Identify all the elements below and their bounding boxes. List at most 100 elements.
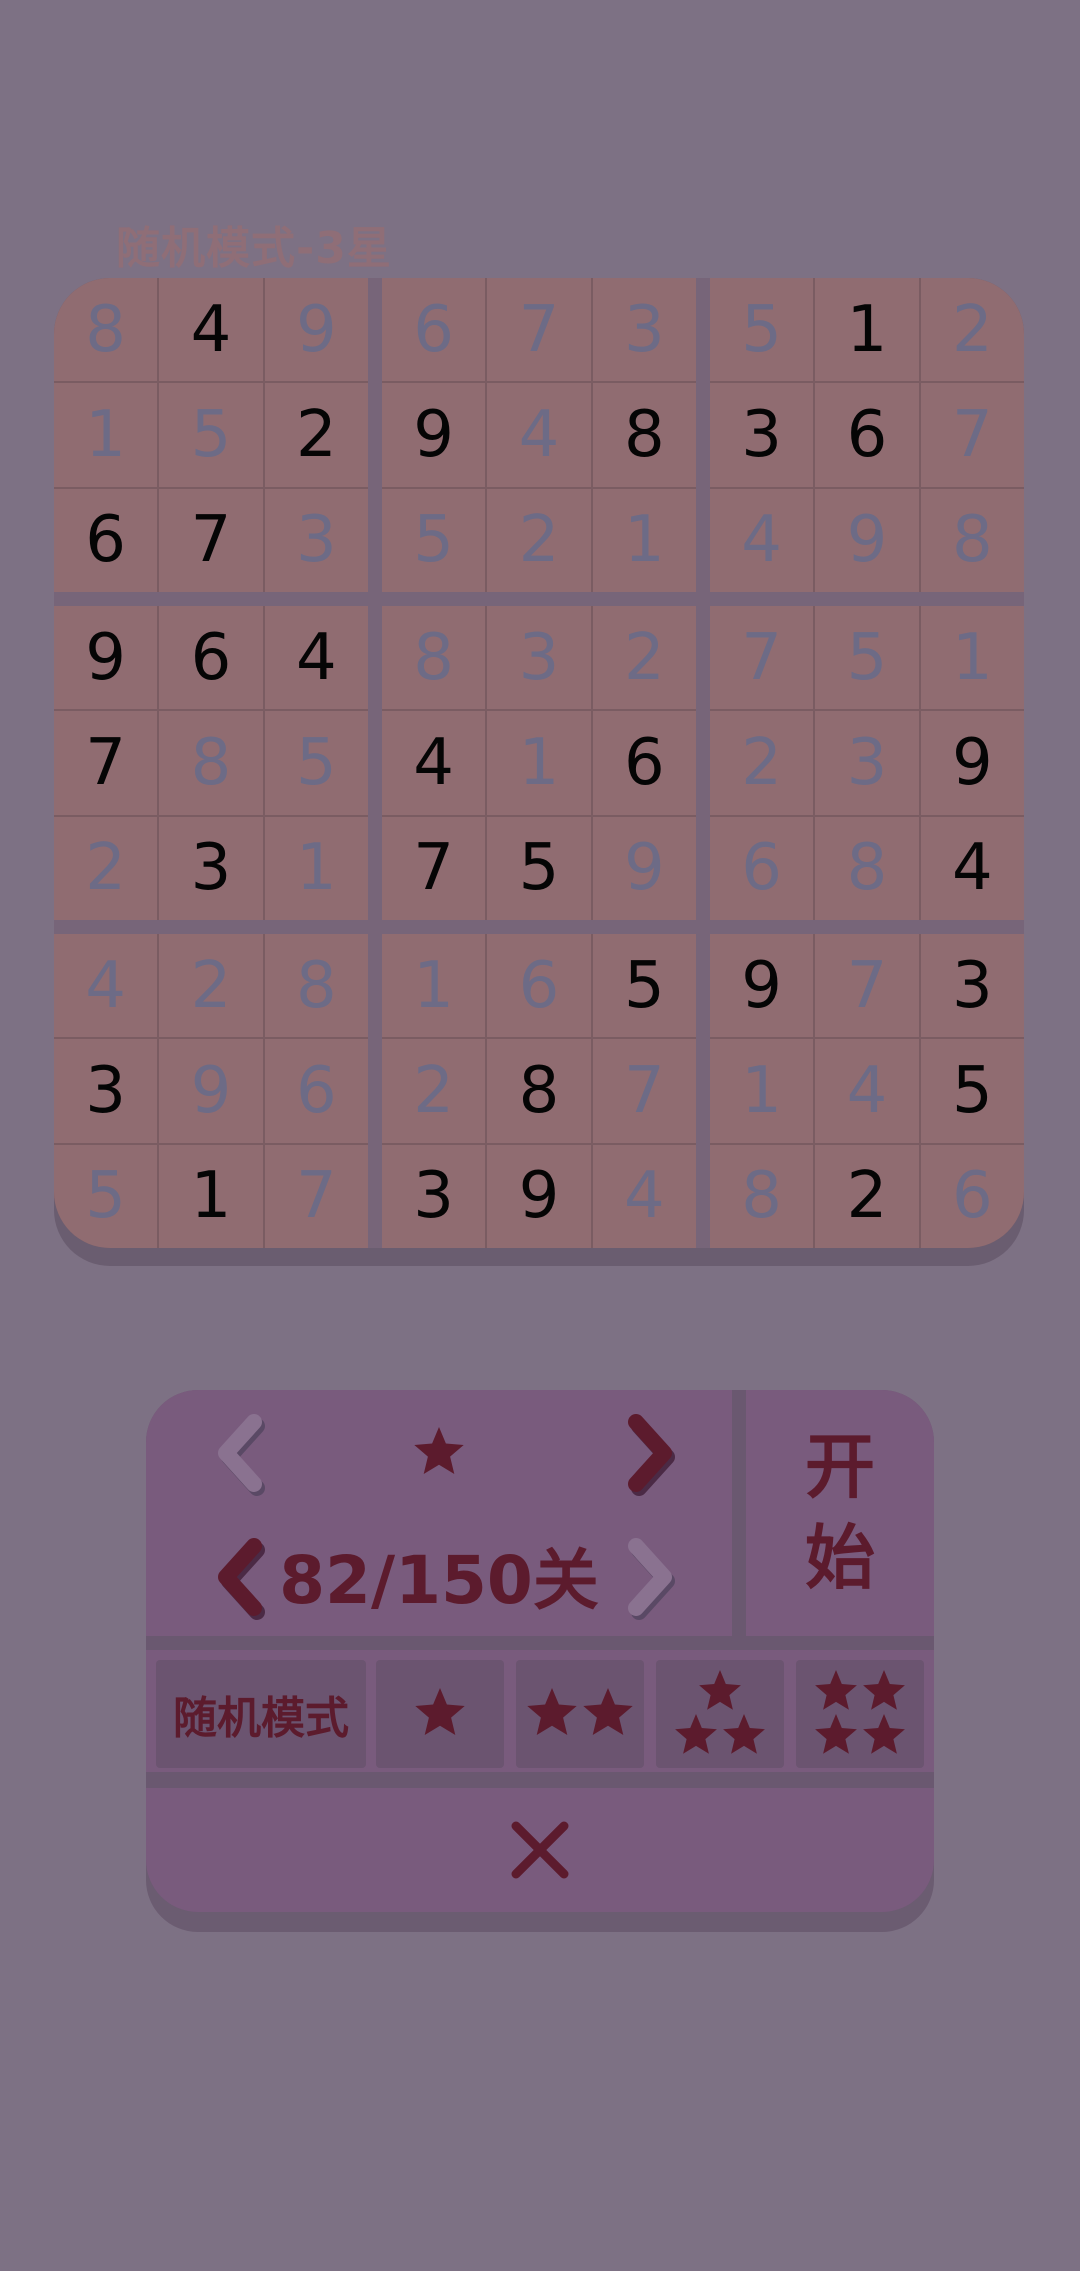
sudoku-cell[interactable]: 9 — [159, 1039, 263, 1143]
sudoku-cell[interactable]: 9 — [264, 278, 368, 382]
sudoku-cell[interactable]: 4 — [920, 816, 1024, 920]
sudoku-box: 964 785 231 — [54, 606, 368, 920]
sudoku-cell[interactable]: 9 — [382, 383, 486, 487]
sudoku-cell[interactable]: 3 — [382, 1144, 486, 1248]
sudoku-cell[interactable]: 2 — [592, 606, 696, 710]
next-difficulty-button[interactable] — [614, 1408, 684, 1498]
sudoku-cell[interactable]: 1 — [382, 934, 486, 1038]
sudoku-cell[interactable]: 2 — [710, 711, 814, 815]
sudoku-cell[interactable]: 7 — [54, 711, 158, 815]
random-mode-button[interactable]: 随机模式 — [156, 1660, 366, 1768]
sudoku-cell[interactable]: 3 — [487, 606, 591, 710]
sudoku-cell[interactable]: 1 — [815, 278, 919, 382]
sudoku-cell[interactable]: 8 — [487, 1039, 591, 1143]
sudoku-cell[interactable]: 3 — [920, 934, 1024, 1038]
sudoku-cell[interactable]: 8 — [592, 383, 696, 487]
sudoku-cell[interactable]: 2 — [54, 816, 158, 920]
level-label: 82/150关 — [279, 1542, 599, 1619]
sudoku-cell[interactable]: 5 — [920, 1039, 1024, 1143]
sudoku-cell[interactable]: 7 — [487, 278, 591, 382]
sudoku-cell[interactable]: 2 — [382, 1039, 486, 1143]
mode-1-star-button[interactable] — [376, 1660, 504, 1768]
sudoku-cell[interactable]: 8 — [815, 816, 919, 920]
sudoku-cell[interactable]: 3 — [159, 816, 263, 920]
sudoku-cell[interactable]: 4 — [54, 934, 158, 1038]
sudoku-cell[interactable]: 9 — [920, 711, 1024, 815]
sudoku-cell[interactable]: 8 — [264, 934, 368, 1038]
sudoku-cell[interactable]: 1 — [54, 383, 158, 487]
sudoku-cell[interactable]: 2 — [264, 383, 368, 487]
sudoku-cell[interactable]: 7 — [382, 816, 486, 920]
sudoku-cell[interactable]: 5 — [710, 278, 814, 382]
difficulty-star-icon — [404, 1418, 474, 1488]
sudoku-cell[interactable]: 9 — [592, 816, 696, 920]
sudoku-cell[interactable]: 5 — [54, 1144, 158, 1248]
sudoku-cell[interactable]: 4 — [815, 1039, 919, 1143]
sudoku-cell[interactable]: 9 — [710, 934, 814, 1038]
sudoku-cell[interactable]: 1 — [159, 1144, 263, 1248]
sudoku-cell[interactable]: 4 — [487, 383, 591, 487]
star-icon — [815, 1670, 905, 1754]
sudoku-cell[interactable]: 4 — [159, 278, 263, 382]
next-level-button[interactable] — [614, 1532, 684, 1622]
sudoku-cell[interactable]: 6 — [54, 488, 158, 592]
sudoku-cell[interactable]: 6 — [920, 1144, 1024, 1248]
sudoku-cell[interactable]: 8 — [382, 606, 486, 710]
sudoku-cell[interactable]: 1 — [264, 816, 368, 920]
sudoku-cell[interactable]: 2 — [815, 1144, 919, 1248]
sudoku-cell[interactable]: 1 — [592, 488, 696, 592]
sudoku-cell[interactable]: 7 — [592, 1039, 696, 1143]
sudoku-cell[interactable]: 7 — [159, 488, 263, 592]
sudoku-cell[interactable]: 1 — [920, 606, 1024, 710]
sudoku-cell[interactable]: 4 — [382, 711, 486, 815]
sudoku-cell[interactable]: 3 — [264, 488, 368, 592]
sudoku-cell[interactable]: 3 — [710, 383, 814, 487]
sudoku-cell[interactable]: 6 — [592, 711, 696, 815]
sudoku-cell[interactable]: 6 — [159, 606, 263, 710]
sudoku-box: 832 416 759 — [382, 606, 696, 920]
sudoku-cell[interactable]: 2 — [487, 488, 591, 592]
sudoku-cell[interactable]: 4 — [592, 1144, 696, 1248]
sudoku-cell[interactable]: 6 — [487, 934, 591, 1038]
sudoku-cell[interactable]: 1 — [710, 1039, 814, 1143]
sudoku-cell[interactable]: 3 — [815, 711, 919, 815]
sudoku-cell[interactable]: 8 — [710, 1144, 814, 1248]
sudoku-cell[interactable]: 5 — [264, 711, 368, 815]
sudoku-cell[interactable]: 8 — [920, 488, 1024, 592]
close-icon — [511, 1821, 569, 1879]
sudoku-cell[interactable]: 4 — [264, 606, 368, 710]
sudoku-box: 165 287 394 — [382, 934, 696, 1248]
sudoku-cell[interactable]: 4 — [710, 488, 814, 592]
sudoku-cell[interactable]: 7 — [815, 934, 919, 1038]
sudoku-cell[interactable]: 3 — [592, 278, 696, 382]
start-label-1: 开 — [805, 1426, 875, 1508]
sudoku-cell[interactable]: 6 — [710, 816, 814, 920]
mode-4-star-button[interactable] — [796, 1660, 924, 1768]
sudoku-cell[interactable]: 3 — [54, 1039, 158, 1143]
sudoku-cell[interactable]: 2 — [159, 934, 263, 1038]
sudoku-cell[interactable]: 2 — [920, 278, 1024, 382]
sudoku-cell[interactable]: 5 — [815, 606, 919, 710]
sudoku-cell[interactable]: 8 — [159, 711, 263, 815]
sudoku-cell[interactable]: 5 — [592, 934, 696, 1038]
sudoku-cell[interactable]: 5 — [382, 488, 486, 592]
sudoku-cell[interactable]: 9 — [815, 488, 919, 592]
sudoku-cell[interactable]: 9 — [54, 606, 158, 710]
sudoku-cell[interactable]: 6 — [382, 278, 486, 382]
sudoku-cell[interactable]: 5 — [487, 816, 591, 920]
prev-difficulty-button[interactable] — [206, 1408, 276, 1498]
sudoku-cell[interactable]: 6 — [815, 383, 919, 487]
sudoku-cell[interactable]: 6 — [264, 1039, 368, 1143]
sudoku-box: 673 948 521 — [382, 278, 696, 592]
mode-3-star-button[interactable] — [656, 1660, 784, 1768]
sudoku-cell[interactable]: 5 — [159, 383, 263, 487]
sudoku-cell[interactable]: 9 — [487, 1144, 591, 1248]
start-button[interactable]: 开 始 — [746, 1390, 934, 1636]
sudoku-cell[interactable]: 1 — [487, 711, 591, 815]
close-button[interactable] — [146, 1788, 934, 1912]
mode-2-star-button[interactable] — [516, 1660, 644, 1768]
sudoku-cell[interactable]: 8 — [54, 278, 158, 382]
sudoku-cell[interactable]: 7 — [710, 606, 814, 710]
sudoku-cell[interactable]: 7 — [264, 1144, 368, 1248]
sudoku-cell[interactable]: 7 — [920, 383, 1024, 487]
